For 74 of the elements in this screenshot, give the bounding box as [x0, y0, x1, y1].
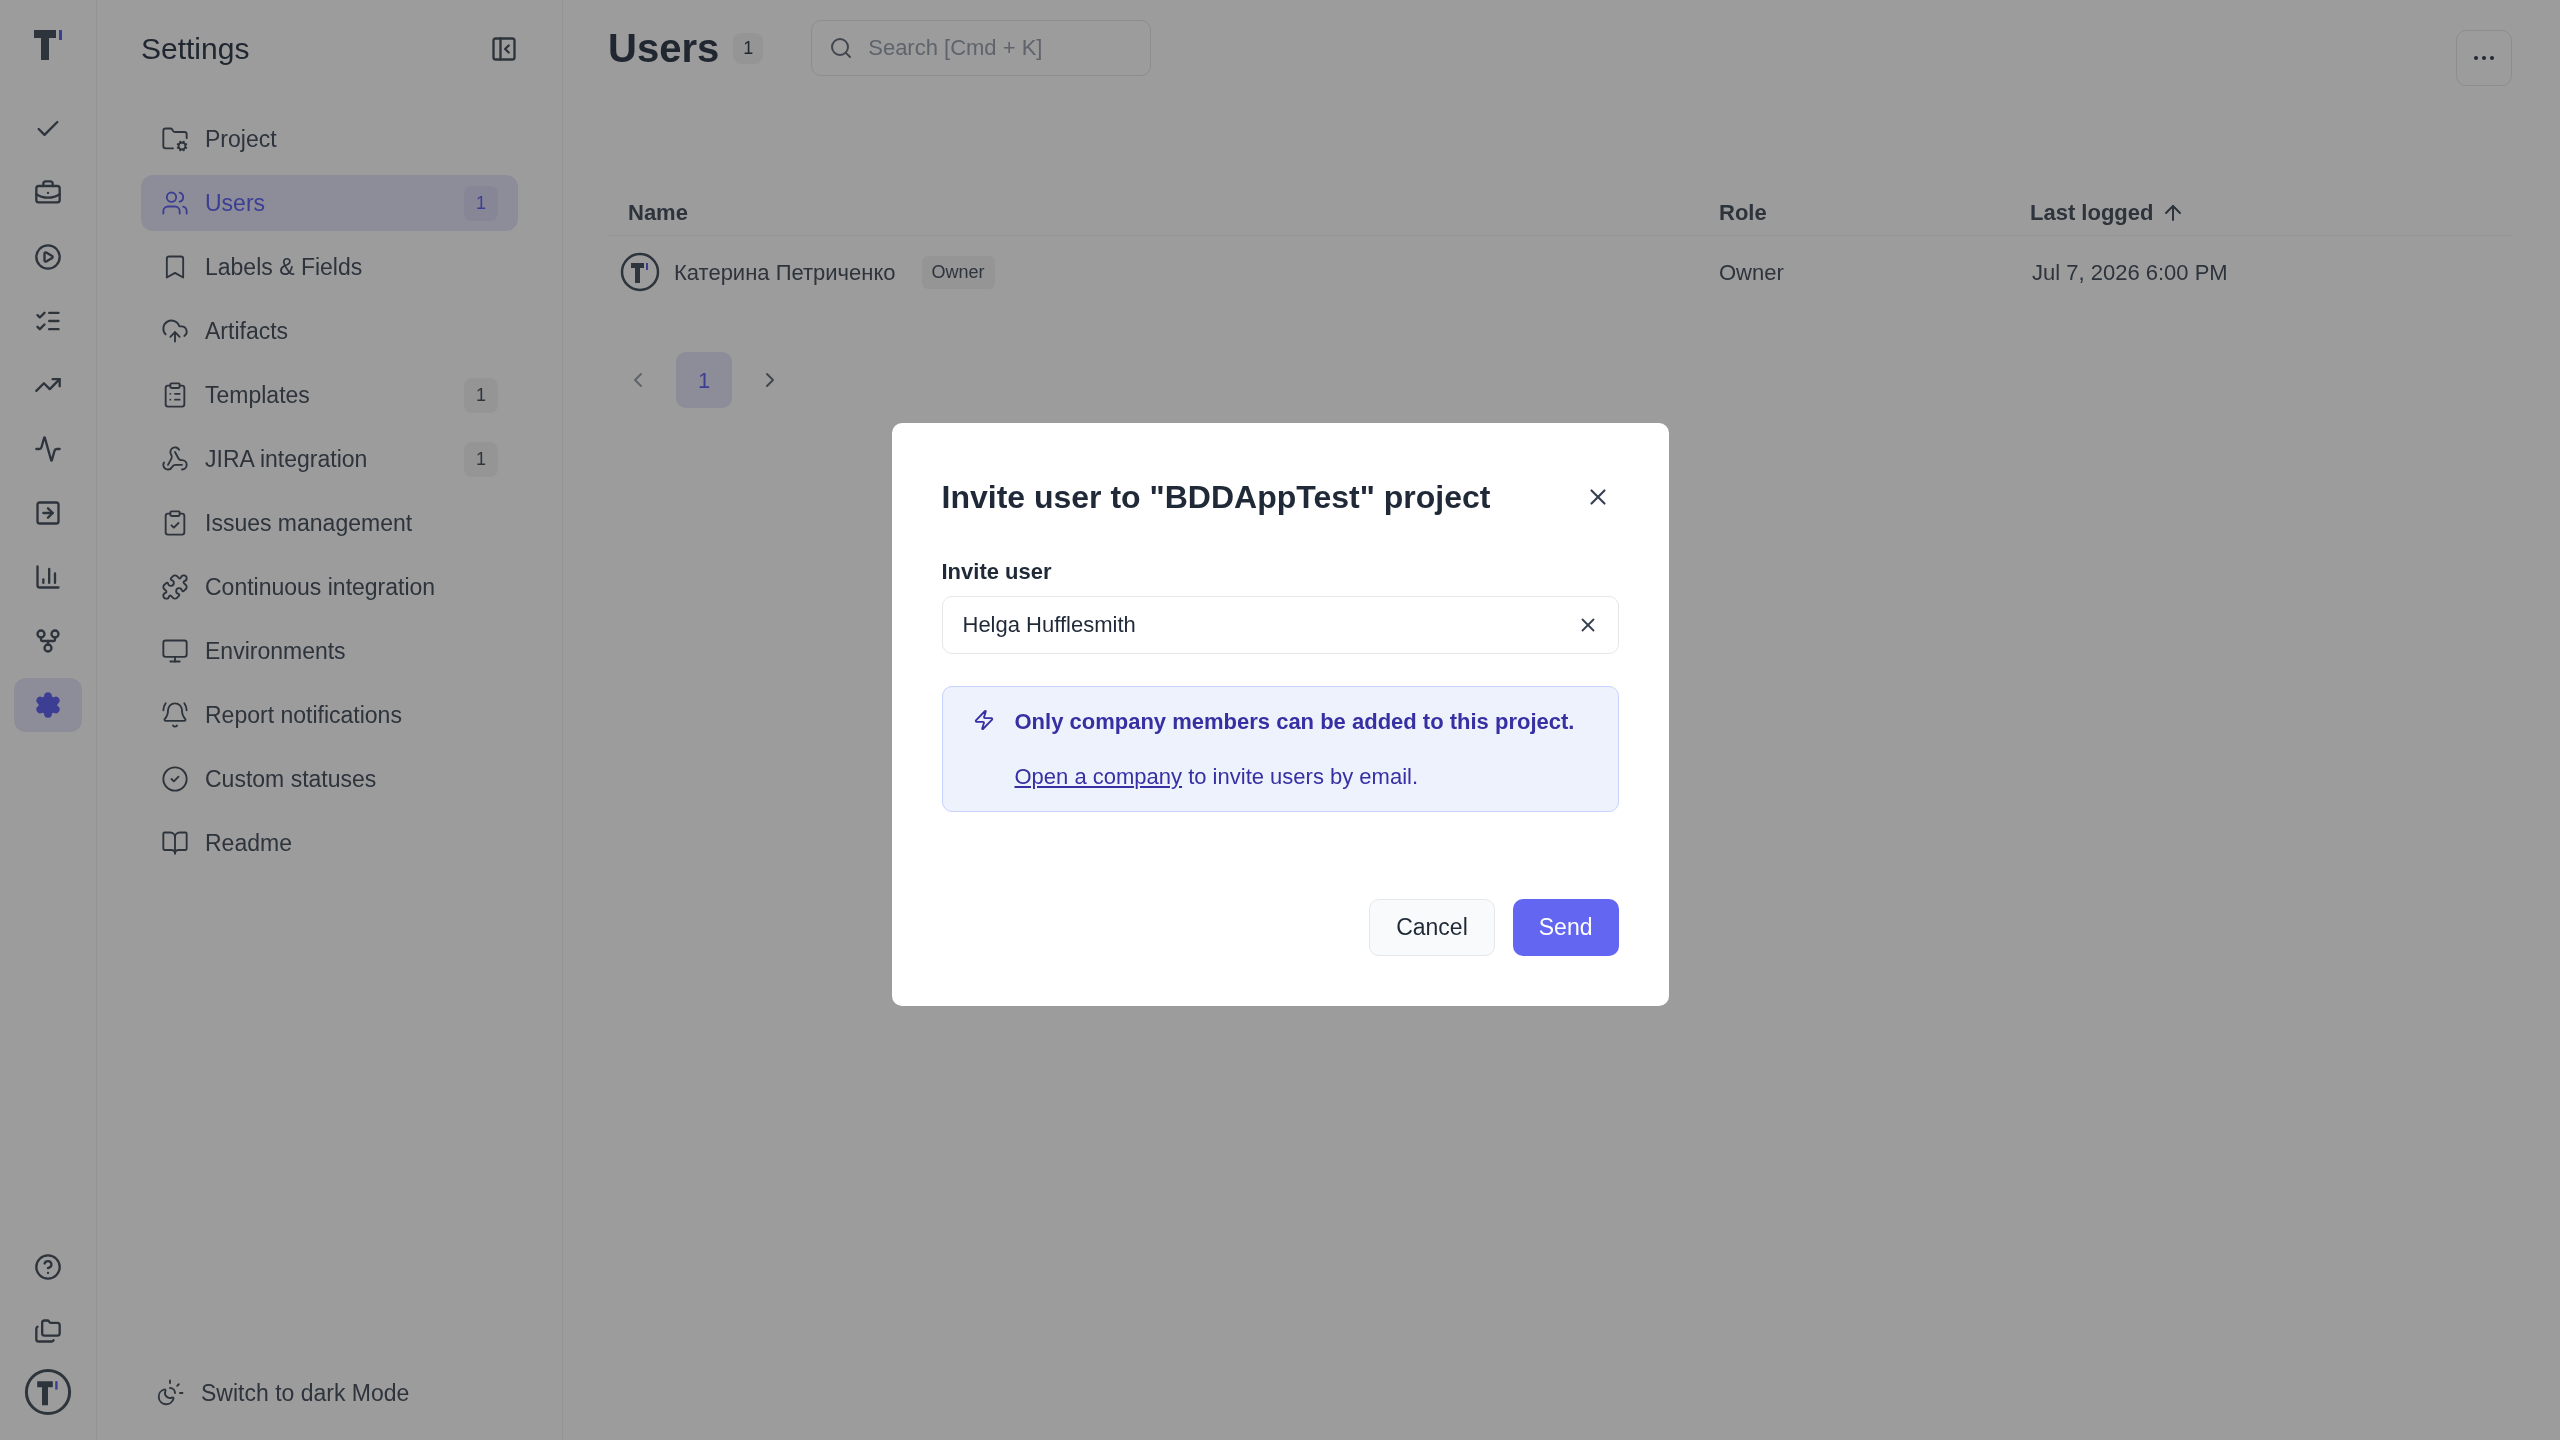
sidebar-item-label: JIRA integration — [205, 444, 369, 474]
sidebar-item-label: Report notifications — [205, 700, 403, 730]
bell-icon — [161, 701, 189, 729]
field-label: Invite user — [941, 557, 1053, 586]
sidebar-item-label: Environments — [205, 636, 347, 666]
search-icon — [829, 36, 854, 60]
sidebar-item[interactable]: Environments — [141, 623, 518, 679]
dark-mode-link[interactable]: Switch to dark Mode — [201, 1375, 410, 1410]
user-name: Катерина Петриченко — [674, 258, 896, 287]
sidebar-item[interactable]: Readme — [141, 815, 518, 871]
avatar-icon — [24, 1368, 72, 1416]
dialog-title: Invite user to "BDDAppTest" project — [941, 477, 1491, 517]
sidebar-item-label: Templates — [205, 380, 311, 410]
rail-button[interactable] — [14, 678, 82, 732]
briefcase-icon — [34, 179, 62, 207]
open-company-link[interactable]: Open a company — [1014, 763, 1183, 789]
monitor-icon — [161, 637, 189, 665]
sidebar-item-label: Readme — [205, 828, 293, 858]
sidebar-item[interactable]: JIRA integration 1 — [141, 431, 518, 487]
column-header[interactable]: Name — [628, 196, 688, 229]
theme-icon — [155, 1377, 185, 1408]
sidebar-item-label: Project — [205, 124, 278, 154]
sidebar-item[interactable]: Custom statuses — [141, 751, 518, 807]
count-badge: 1 — [464, 185, 498, 221]
help-icon — [34, 1253, 62, 1281]
count-badge: 1 — [464, 441, 498, 477]
alert-title: Only company members can be added to this project. — [1014, 707, 1575, 736]
play-icon — [34, 243, 62, 271]
cloud-upload-icon — [161, 317, 189, 345]
fork-icon — [34, 627, 62, 655]
column-header[interactable]: Last logged — [2030, 196, 2186, 229]
table-cell-text: Owner — [1719, 258, 1785, 287]
role-tag: Owner — [921, 255, 995, 289]
alert-text: Open a company to invite users by email. — [1014, 762, 1420, 791]
sidebar-item[interactable]: Users 1 — [141, 175, 518, 231]
sidebar-item[interactable]: Artifacts — [141, 303, 518, 359]
sidebar-item-label: Users — [205, 188, 267, 218]
invite-user-field[interactable]: Helga Hufflesmith — [941, 595, 1619, 654]
sidebar-item[interactable]: Issues management — [141, 495, 518, 551]
collapse-button[interactable] — [490, 34, 518, 63]
search-field[interactable]: Search [Cmd + K] — [811, 20, 1152, 76]
page-title: Users — [608, 25, 720, 72]
more-icon — [2474, 56, 2494, 60]
sidebar-item[interactable]: Continuous integration — [141, 559, 518, 615]
send-button[interactable]: Send — [1512, 898, 1619, 956]
pulse-icon — [34, 435, 62, 463]
webhook-icon — [161, 445, 189, 473]
count-badge: 1 — [733, 32, 764, 64]
folders-icon — [34, 1317, 62, 1345]
sidebar-item-label: Continuous integration — [205, 572, 437, 602]
check-circle-icon — [161, 765, 189, 793]
book-icon — [161, 829, 189, 857]
column-header[interactable]: Role — [1719, 196, 1767, 229]
sidebar-item[interactable]: Labels & Fields — [141, 239, 518, 295]
sidebar-title: Settings — [141, 31, 250, 67]
sidebar-item-label: Issues management — [205, 508, 414, 538]
collapse-icon — [490, 34, 518, 63]
cancel-button[interactable]: Cancel — [1369, 898, 1495, 956]
sidebar-item-label: Artifacts — [205, 316, 290, 346]
sidebar-item-label: Custom statuses — [205, 764, 378, 794]
sidebar-item[interactable]: Report notifications — [141, 687, 518, 743]
sidebar-item[interactable]: Templates 1 — [141, 367, 518, 423]
page-button[interactable]: 1 — [676, 352, 732, 408]
puzzle-icon — [161, 573, 189, 601]
import-icon — [34, 499, 62, 527]
avatar-icon — [620, 252, 660, 292]
count-badge: 1 — [464, 377, 498, 413]
sidebar-item-label: Labels & Fields — [205, 252, 364, 282]
lightning-icon — [972, 708, 995, 731]
users-icon — [161, 189, 189, 217]
table-cell-text: Jul 7, 2026 6:00 PM — [2032, 258, 2228, 287]
sidebar-item[interactable]: Project — [141, 111, 518, 167]
folder-gear-icon — [161, 125, 189, 153]
bar-chart-icon — [34, 563, 62, 591]
